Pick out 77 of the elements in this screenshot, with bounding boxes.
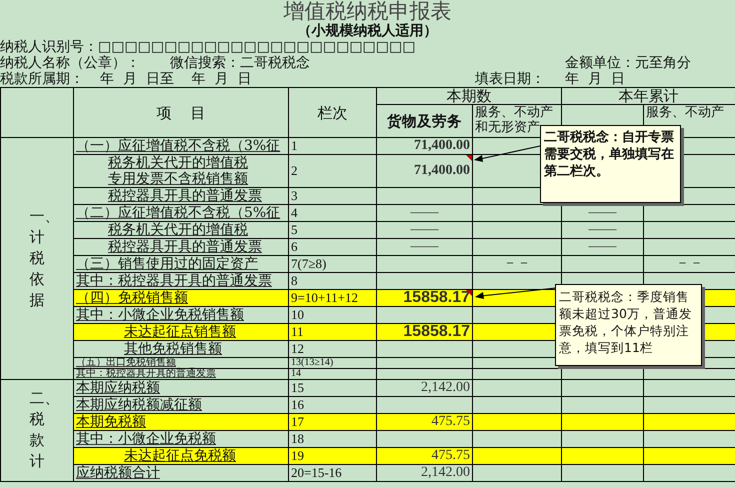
item-label: 本期应纳税额 [76, 380, 160, 396]
year-to-date-header: 本年累计 [618, 87, 678, 105]
fill-date-label: 填表日期： [475, 71, 546, 87]
item-label: 税务机关代开的增值税专用发票不含税销售额 [107, 155, 249, 187]
seq-number: 6 [291, 239, 298, 254]
item-label: 其中：小微企业免税额 [76, 431, 216, 447]
current-period-header: 本期数 [446, 87, 492, 105]
section-label: 二、税款计 [28, 388, 46, 472]
item-label: 本期应纳税额减征额 [76, 397, 202, 413]
section-label: 一、计税依据 [28, 206, 46, 311]
seq-number: 5 [291, 222, 298, 237]
seq-number: 11 [291, 324, 304, 339]
amount-unit-text: 金额单位：元至角分 [565, 55, 691, 71]
form-title: 增值税纳税申报表 [282, 0, 452, 23]
seq-number: 8 [291, 273, 298, 288]
seq-number: 17 [291, 414, 304, 429]
seq-number: 16 [291, 397, 304, 412]
subcolumn-header: 货物及劳务 [387, 112, 462, 130]
item-label: 其中：税控器具开具的普通发票 [76, 273, 272, 289]
item-label: 应纳税额合计 [76, 465, 160, 481]
goods-current-cell: 2,142.00 [421, 380, 470, 395]
item-label: 税控器具开具的普通发票 [107, 239, 262, 255]
goods-current-cell: —— [410, 239, 438, 254]
item-label: 未达起征点免税额 [123, 448, 236, 464]
goods-current-cell: 2,142.00 [421, 465, 470, 480]
seq-number: 2 [291, 163, 298, 178]
taxpayer-id-boxes: □□□□□□□□□□□□□□□□□□□□□□□□ [98, 39, 416, 55]
seq-column-header: 栏次 [318, 104, 348, 122]
item-label: （二）应征增值税不含税（5%征 [76, 205, 280, 221]
taxpayer-id-label: 纳税人识别号： [0, 39, 98, 55]
goods-current-cell: 71,400.00 [414, 138, 470, 153]
item-column-header: 项 目 [156, 104, 206, 122]
seq-number: 7(7≥8) [291, 256, 326, 271]
comment-callout: 二哥税税念：自开专票需要交税，单独填写在第二栏次。 [540, 125, 681, 203]
goods-current-cell: 475.75 [432, 448, 470, 463]
seq-number: 10 [291, 307, 304, 322]
goods-current-cell: 475.75 [432, 414, 470, 429]
item-label: 其他免税销售额 [123, 341, 222, 357]
services-ytd-cell: －－ [676, 256, 704, 271]
seq-number: 9=10+11+12 [291, 290, 358, 305]
goods-current-cell: —— [410, 222, 438, 237]
goods-current-cell: 15858.17 [403, 289, 470, 306]
item-label: （一）应征增值税不含税（3%征 [76, 138, 280, 154]
goods-current-cell: —— [410, 205, 438, 220]
item-label: （四）免税销售额 [76, 290, 188, 306]
goods-current-cell: 71,400.00 [414, 163, 470, 178]
item-label: 其中：税控器具开具的普通发票 [76, 368, 216, 379]
item-label: （五）出口免税销售额 [76, 357, 176, 368]
seq-number: 4 [291, 205, 298, 220]
comment-callout: 二哥税税念：季度销售额未超过30万，普通发票免税，个体户特别注意，填写到11栏 [555, 284, 702, 366]
fill-date-value: 年 月 日 [565, 71, 625, 87]
seq-number: 3 [291, 188, 298, 203]
seq-number: 12 [291, 341, 304, 356]
services-current-cell: －－ [503, 256, 531, 271]
item-label: 未达起征点销售额 [123, 324, 236, 340]
seq-number: 15 [291, 380, 304, 395]
seq-number: 14 [291, 368, 301, 379]
tax-period-value: 年 月 日至 年 月 日 [100, 71, 252, 87]
item-label: 税控器具开具的普通发票 [107, 188, 262, 204]
goods-current-cell: 15858.17 [403, 323, 470, 340]
seq-number: 18 [291, 431, 304, 446]
seq-number: 1 [291, 138, 298, 153]
goods-ytd-cell: —— [588, 205, 616, 220]
seq-number: 19 [291, 448, 304, 463]
form-subtitle: （小规模纳税人适用） [296, 23, 438, 39]
tax-period-label: 税款所属期： [0, 71, 85, 87]
goods-ytd-cell: —— [588, 222, 616, 237]
subcolumn-header: 服务、不动产 [646, 105, 724, 120]
taxpayer-name-value: 微信搜索：二哥税税念 [170, 55, 311, 71]
taxpayer-name-label: 纳税人名称（公章）： [0, 55, 141, 71]
goods-ytd-cell: —— [588, 239, 616, 254]
item-label: 本期免税额 [76, 414, 146, 430]
item-label: 税务机关代开的增值税 [107, 222, 248, 238]
item-label: （三）销售使用过的固定资产 [76, 256, 258, 272]
seq-number: 20=15-16 [291, 465, 342, 480]
seq-number: 13(13≥14) [291, 357, 334, 368]
item-label: 其中：小微企业免税销售额 [76, 307, 244, 323]
